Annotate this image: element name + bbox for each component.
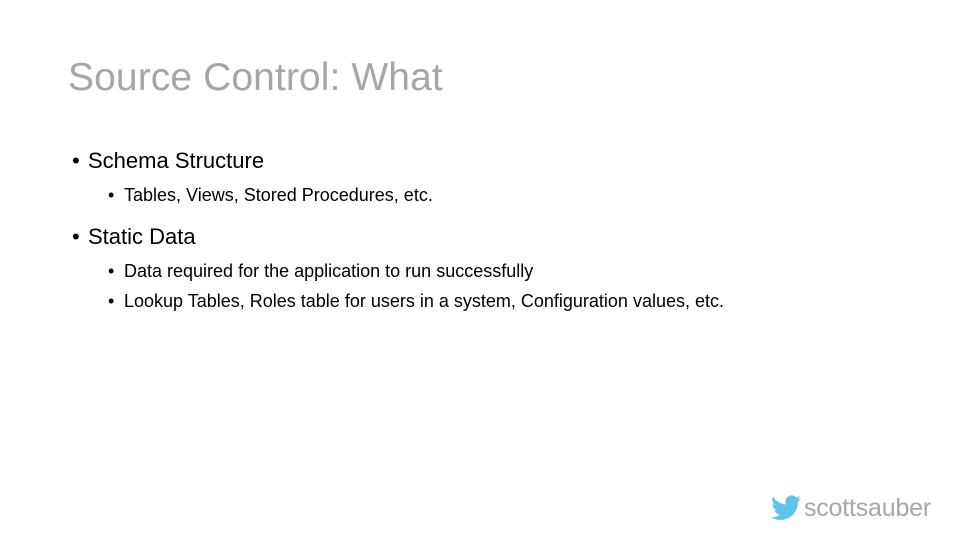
bullet-dot-icon: • [72, 224, 80, 249]
bullet-level2-tables-views: • Tables, Views, Stored Procedures, etc. [68, 180, 918, 210]
bullet-dot-icon: • [108, 261, 115, 281]
bullet-dot-icon: • [108, 185, 115, 205]
page-title: Source Control: What [68, 56, 443, 99]
bullet-dot-icon: • [108, 291, 115, 311]
bullet-list: • Schema Structure • Tables, Views, Stor… [68, 146, 918, 328]
bullet-group-2: • Static Data • Data required for the ap… [68, 222, 918, 316]
bullet-level1-label: Static Data [88, 224, 196, 249]
bullet-level2-data-required: • Data required for the application to r… [68, 256, 918, 286]
bullet-level1-schema-structure: • Schema Structure [68, 146, 918, 176]
twitter-bird-icon [770, 495, 801, 521]
bullet-level2-lookup-tables: • Lookup Tables, Roles table for users i… [68, 286, 918, 316]
bullet-level2-label: Data required for the application to run… [124, 261, 534, 281]
bullet-level1-static-data: • Static Data [68, 222, 918, 252]
twitter-handle-label: scottsauber [803, 494, 931, 522]
slide: Source Control: What • Schema Structure … [0, 0, 960, 540]
bullet-level1-label: Schema Structure [88, 148, 265, 173]
bullet-dot-icon: • [72, 148, 80, 173]
bullet-group-1: • Schema Structure • Tables, Views, Stor… [68, 146, 918, 210]
twitter-handle[interactable]: scottsauber [770, 494, 931, 522]
bullet-level2-label: Tables, Views, Stored Procedures, etc. [124, 185, 433, 205]
bullet-level2-label: Lookup Tables, Roles table for users in … [124, 291, 724, 311]
